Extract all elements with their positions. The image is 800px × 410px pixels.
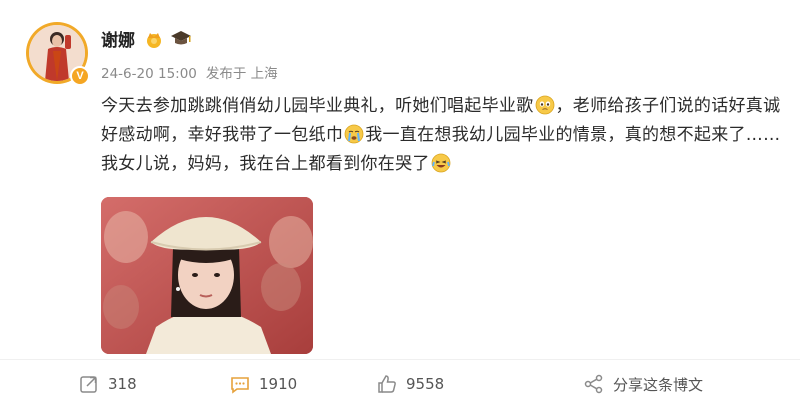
laugh-cry-emoji	[431, 153, 451, 173]
repost-button[interactable]: 318	[78, 372, 137, 396]
repost-count: 318	[108, 375, 137, 393]
share-icon	[584, 374, 603, 394]
post-location: 发布于 上海	[205, 66, 278, 82]
share-label: 分享这条博文	[613, 375, 704, 394]
username[interactable]: 谢娜	[101, 26, 135, 51]
post-text-segment-1: 今天去参加跳跳俏俏幼儿园毕业典礼，听她们唱起毕业歌	[101, 96, 534, 116]
post-image[interactable]	[101, 197, 313, 354]
comment-count: 1910	[259, 375, 298, 393]
crying-emoji	[344, 124, 364, 144]
comment-icon	[231, 377, 249, 394]
verified-badge: V	[70, 66, 90, 86]
post-meta: 24-6-20 15:00 发布于 上海	[101, 62, 287, 82]
thumbs-up-icon	[378, 375, 396, 393]
like-button[interactable]: 9558	[376, 372, 444, 396]
comment-button[interactable]: 1910	[229, 372, 297, 396]
repost-icon	[80, 376, 97, 393]
crown-icon[interactable]	[144, 30, 164, 52]
graduation-cap-icon[interactable]	[170, 30, 192, 50]
divider	[0, 359, 800, 360]
share-button[interactable]: 分享这条博文	[583, 372, 703, 396]
post-text: 今天去参加跳跳俏俏幼儿园毕业典礼，听她们唱起毕业歌 ，老师给孩子们说的话好真诚好…	[101, 92, 791, 179]
like-count: 9558	[406, 375, 445, 393]
post-time[interactable]: 24-6-20 15:00	[101, 66, 197, 82]
moved-emoji	[535, 95, 554, 115]
